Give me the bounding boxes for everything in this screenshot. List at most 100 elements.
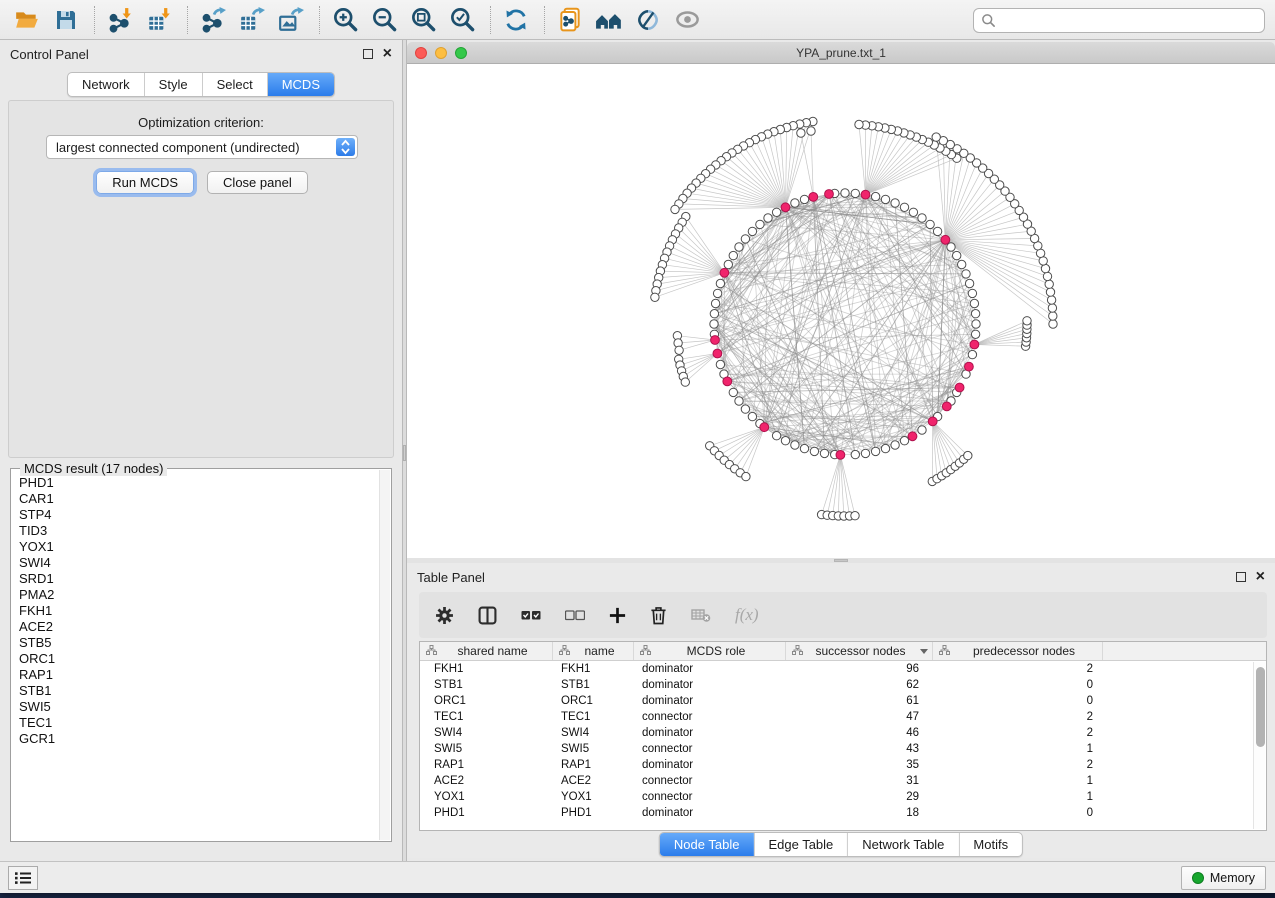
hide-selected-icon[interactable] [633, 5, 663, 35]
zoom-selected-icon[interactable] [447, 5, 477, 35]
task-history-button[interactable] [8, 866, 38, 890]
table-cell[interactable]: dominator [634, 695, 786, 707]
table-cell[interactable]: 46 [786, 727, 933, 739]
table-cell[interactable]: PHD1 [553, 807, 634, 819]
table-cell[interactable]: YOX1 [553, 791, 634, 803]
export-table-icon[interactable] [237, 5, 267, 35]
table-cell[interactable]: TEC1 [420, 711, 553, 723]
close-panel-icon[interactable]: × [1256, 572, 1265, 582]
table-cell[interactable]: 1 [933, 791, 1103, 803]
deselect-all-icon[interactable] [565, 609, 585, 621]
tab-mcds[interactable]: MCDS [267, 73, 334, 96]
table-row[interactable]: SWI5SWI5connector431 [420, 741, 1266, 757]
window-minimize-traffic-light[interactable] [435, 47, 447, 59]
table-row[interactable]: PHD1PHD1dominator180 [420, 805, 1266, 821]
table-cell[interactable]: connector [634, 743, 786, 755]
delete-column-trash-icon[interactable] [650, 606, 667, 625]
open-session-icon[interactable] [12, 5, 42, 35]
table-cell[interactable]: FKH1 [553, 663, 634, 675]
table-row[interactable]: TEC1TEC1connector472 [420, 709, 1266, 725]
mcds-result-item[interactable]: CAR1 [19, 491, 378, 507]
mcds-result-item[interactable]: STB5 [19, 635, 378, 651]
table-cell[interactable]: ACE2 [420, 775, 553, 787]
mcds-result-item[interactable]: PHD1 [19, 475, 378, 491]
zoom-fit-icon[interactable] [408, 5, 438, 35]
table-cell[interactable]: 1 [933, 775, 1103, 787]
table-cell[interactable]: PHD1 [420, 807, 553, 819]
network-from-selection-icon[interactable] [555, 5, 585, 35]
table-cell[interactable]: ORC1 [553, 695, 634, 707]
column-header-shared-name[interactable]: shared name [420, 642, 553, 660]
table-cell[interactable]: SWI5 [553, 743, 634, 755]
table-cell[interactable]: connector [634, 775, 786, 787]
network-canvas[interactable] [407, 64, 1275, 558]
table-tab-network-table[interactable]: Network Table [847, 833, 958, 856]
table-cell[interactable]: STB1 [553, 679, 634, 691]
zoom-out-icon[interactable] [369, 5, 399, 35]
table-tab-edge-table[interactable]: Edge Table [753, 833, 847, 856]
show-columns-icon[interactable] [478, 606, 497, 625]
column-header-name[interactable]: name [553, 642, 634, 660]
close-panel-icon[interactable]: × [383, 49, 392, 59]
mcds-result-item[interactable]: FKH1 [19, 603, 378, 619]
export-image-icon[interactable] [276, 5, 306, 35]
network-nodes[interactable] [651, 117, 1057, 520]
table-cell[interactable]: 0 [933, 695, 1103, 707]
run-mcds-button[interactable]: Run MCDS [96, 171, 194, 194]
window-zoom-traffic-light[interactable] [455, 47, 467, 59]
delete-table-icon[interactable] [691, 607, 711, 623]
mcds-result-item[interactable]: PMA2 [19, 587, 378, 603]
mcds-result-item[interactable]: YOX1 [19, 539, 378, 555]
splitter-grab-handle[interactable] [834, 559, 848, 562]
table-cell[interactable]: 2 [933, 759, 1103, 771]
table-tab-motifs[interactable]: Motifs [958, 833, 1022, 856]
table-row[interactable]: FKH1FKH1dominator962 [420, 661, 1266, 677]
float-panel-icon[interactable] [363, 49, 373, 59]
table-cell[interactable]: FKH1 [420, 663, 553, 675]
table-cell[interactable]: 2 [933, 663, 1103, 675]
table-cell[interactable]: SWI4 [420, 727, 553, 739]
table-cell[interactable]: ACE2 [553, 775, 634, 787]
column-header-MCDS-role[interactable]: MCDS role [634, 642, 786, 660]
function-builder-icon[interactable]: f(x) [735, 605, 759, 625]
table-cell[interactable]: 29 [786, 791, 933, 803]
table-row[interactable]: RAP1RAP1dominator352 [420, 757, 1266, 773]
table-cell[interactable]: 0 [933, 679, 1103, 691]
table-cell[interactable]: RAP1 [553, 759, 634, 771]
first-neighbors-icon[interactable] [594, 5, 624, 35]
criterion-select[interactable]: largest connected component (undirected) [46, 135, 358, 159]
table-cell[interactable]: STB1 [420, 679, 553, 691]
mcds-result-item[interactable]: GCR1 [19, 731, 378, 747]
table-cell[interactable]: 31 [786, 775, 933, 787]
zoom-in-icon[interactable] [330, 5, 360, 35]
mcds-result-item[interactable]: TID3 [19, 523, 378, 539]
table-cell[interactable]: 62 [786, 679, 933, 691]
mcds-result-item[interactable]: SWI4 [19, 555, 378, 571]
search-box[interactable] [973, 8, 1265, 33]
splitter-grab-handle[interactable] [403, 445, 406, 461]
table-cell[interactable]: connector [634, 791, 786, 803]
table-row[interactable]: ACE2ACE2connector311 [420, 773, 1266, 789]
float-panel-icon[interactable] [1236, 572, 1246, 582]
mcds-result-item[interactable]: RAP1 [19, 667, 378, 683]
table-cell[interactable]: YOX1 [420, 791, 553, 803]
export-network-icon[interactable] [198, 5, 228, 35]
table-row[interactable]: ORC1ORC1dominator610 [420, 693, 1266, 709]
table-cell[interactable]: 18 [786, 807, 933, 819]
table-cell[interactable]: 96 [786, 663, 933, 675]
import-network-icon[interactable] [105, 5, 135, 35]
table-row[interactable]: STB1STB1dominator620 [420, 677, 1266, 693]
mcds-result-item[interactable]: STB1 [19, 683, 378, 699]
table-cell[interactable]: 35 [786, 759, 933, 771]
table-cell[interactable]: dominator [634, 807, 786, 819]
table-cell[interactable]: SWI4 [553, 727, 634, 739]
mcds-result-item[interactable]: STP4 [19, 507, 378, 523]
mcds-result-item[interactable]: SRD1 [19, 571, 378, 587]
table-scrollbar-thumb[interactable] [1256, 667, 1265, 747]
search-input[interactable] [1001, 13, 1257, 28]
apply-layout-icon[interactable] [501, 5, 531, 35]
table-cell[interactable]: 61 [786, 695, 933, 707]
table-cell[interactable]: RAP1 [420, 759, 553, 771]
table-cell[interactable]: SWI5 [420, 743, 553, 755]
column-header-successor-nodes[interactable]: successor nodes [786, 642, 933, 660]
